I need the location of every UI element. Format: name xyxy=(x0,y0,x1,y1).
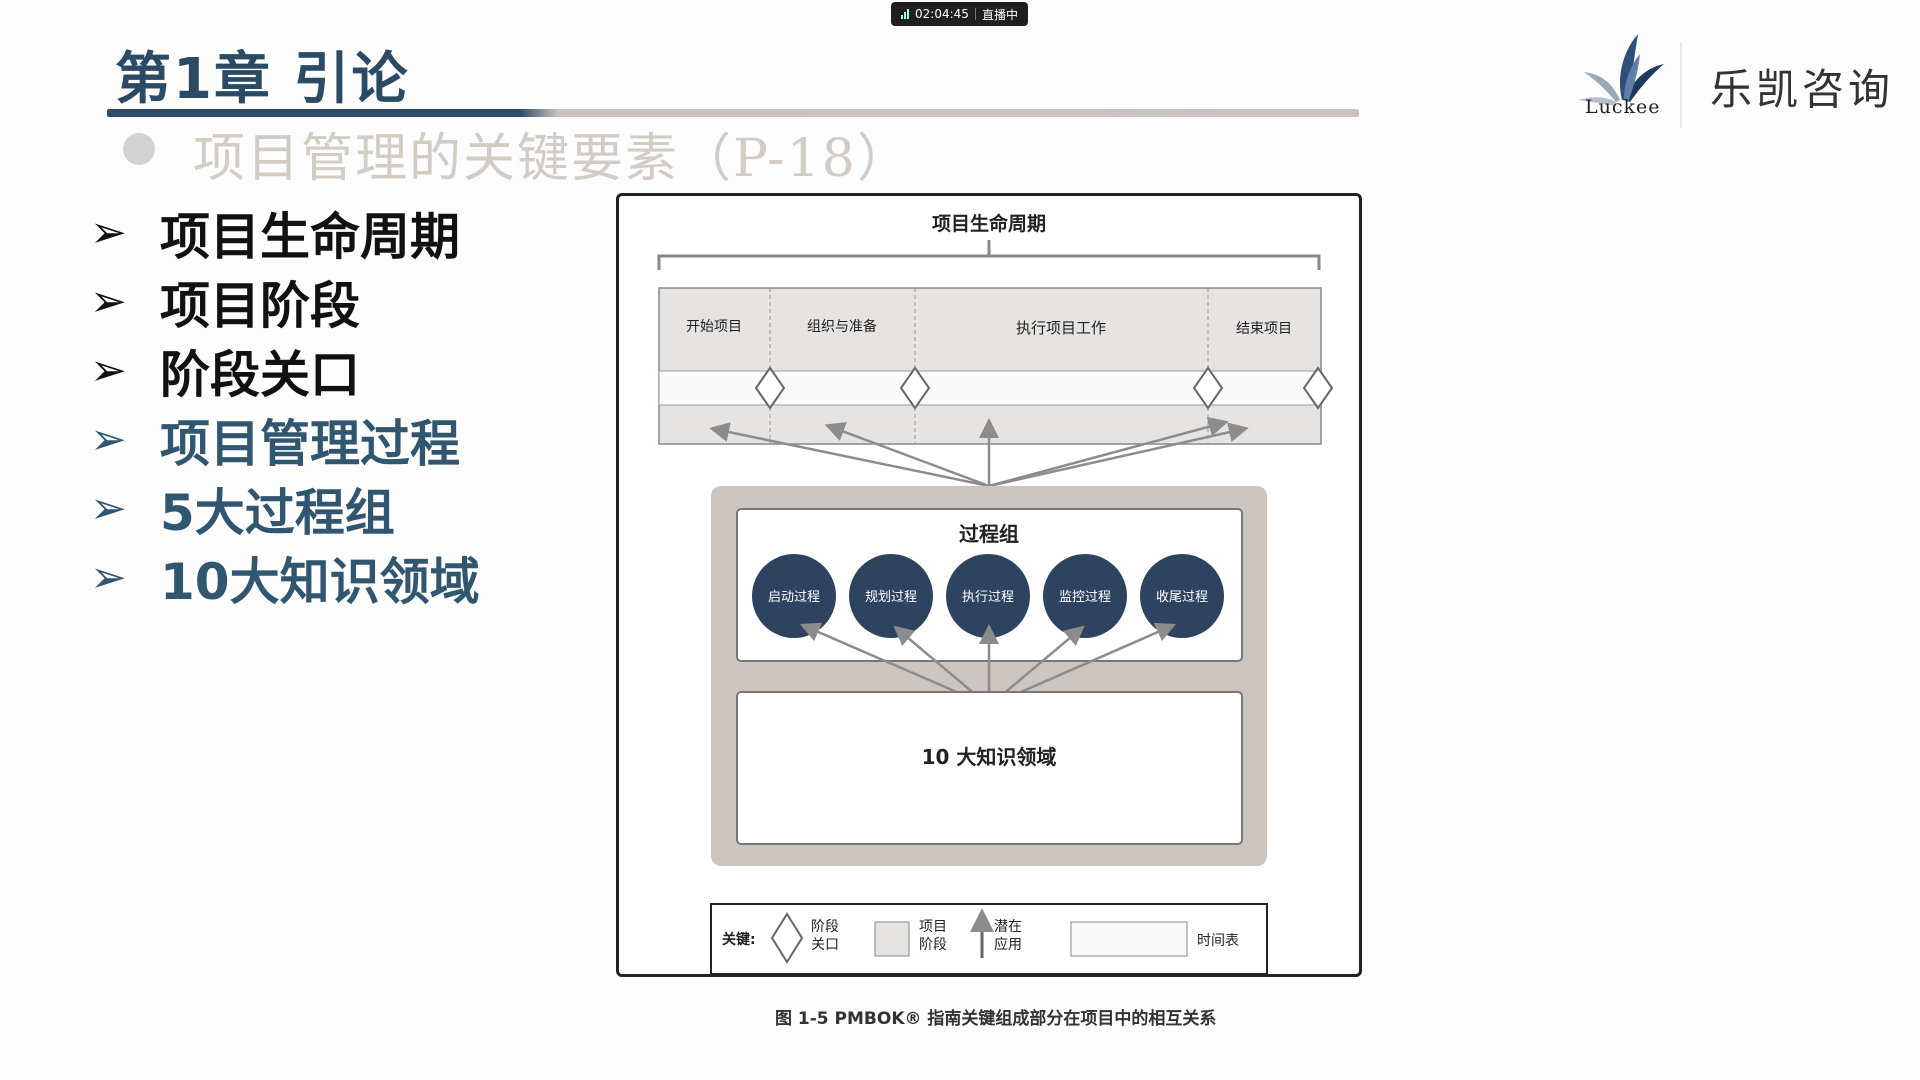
pmbok-diagram: 项目生命周期 开始项目 组织与准备 执行项目工作 结束项目 过程组 启动过程 规… xyxy=(657,212,1334,975)
arrow-bullet-icon: ➢ xyxy=(90,207,127,258)
process-group-label: 规划过程 xyxy=(865,590,917,605)
live-indicator: 02:04:45 直播中 xyxy=(891,2,1028,26)
process-group-label: 启动过程 xyxy=(768,590,820,605)
list-item: ➢ 项目生命周期 xyxy=(90,198,480,267)
legend-timeline-label: 时间表 xyxy=(1197,933,1239,949)
figure-caption: 图 1-5 PMBOK® 指南关键组成部分在项目中的相互关系 xyxy=(775,1009,1217,1029)
list-item: ➢ 阶段关口 xyxy=(90,336,480,405)
list-item-label: 阶段关口 xyxy=(160,345,360,404)
arrow-bullet-icon: ➢ xyxy=(90,552,127,603)
arrow-bullet-icon: ➢ xyxy=(90,483,127,534)
legend-application-label: 潜在 xyxy=(994,919,1022,935)
brand-name: 乐凯咨询 xyxy=(1710,65,1895,114)
process-group-label: 执行过程 xyxy=(962,590,1014,605)
live-divider xyxy=(974,8,976,20)
process-groups-title: 过程组 xyxy=(959,522,1019,546)
list-item: ➢ 项目阶段 xyxy=(90,267,480,336)
list-item-label: 项目管理过程 xyxy=(160,414,460,473)
process-group-label: 监控过程 xyxy=(1059,590,1111,605)
logo-wordmark: Luckee xyxy=(1585,96,1661,118)
legend-phase-swatch xyxy=(874,921,910,957)
knowledge-areas-label: 10 大知识领域 xyxy=(922,745,1057,769)
arrow-bullet-icon: ➢ xyxy=(90,345,127,396)
list-item: ➢ 项目管理过程 xyxy=(90,405,480,474)
arrow-bullet-icon: ➢ xyxy=(90,414,127,465)
logo-divider xyxy=(1680,42,1682,128)
legend-timeline-swatch xyxy=(1070,921,1188,957)
key-elements-list: ➢ 项目生命周期 ➢ 项目阶段 ➢ 阶段关口 ➢ 项目管理过程 ➢ 5大过程组 ➢ 10大知… xyxy=(90,198,480,612)
legend-key-label: 关键: xyxy=(722,931,756,948)
pmbok-figure: 项目生命周期 开始项目 组织与准备 执行项目工作 结束项目 过程组 启动过程 规… xyxy=(616,193,1362,977)
signal-icon xyxy=(901,9,910,19)
legend-phase-label: 项目 xyxy=(919,919,947,935)
phase-label: 执行项目工作 xyxy=(1016,319,1106,337)
phase-label: 组织与准备 xyxy=(807,318,877,335)
list-item-label: 项目生命周期 xyxy=(160,207,460,266)
list-item-label: 5大过程组 xyxy=(160,483,395,542)
list-item: ➢ 10大知识领域 xyxy=(90,543,480,612)
legend-gate-label: 阶段 xyxy=(811,919,839,935)
arrow-bullet-icon: ➢ xyxy=(90,276,127,327)
bullet-dot-icon xyxy=(123,133,155,165)
process-group-label: 收尾过程 xyxy=(1156,590,1208,605)
legend-application-label: 应用 xyxy=(994,936,1022,953)
phase-label: 结束项目 xyxy=(1236,321,1292,337)
live-time: 02:04:45 xyxy=(915,7,969,21)
list-item-label: 项目阶段 xyxy=(160,276,360,335)
chapter-title: 第1章 引论 xyxy=(115,47,410,112)
lifecycle-title: 项目生命周期 xyxy=(932,212,1046,235)
section-subtitle: 项目管理的关键要素（P-18） xyxy=(193,129,911,189)
legend-gate-label: 关口 xyxy=(811,937,839,953)
list-item: ➢ 5大过程组 xyxy=(90,474,480,543)
list-item-label: 10大知识领域 xyxy=(160,552,480,611)
phase-bar xyxy=(658,287,1322,445)
live-status: 直播中 xyxy=(981,7,1018,22)
phase-label: 开始项目 xyxy=(686,319,742,335)
lifecycle-brace xyxy=(657,240,1321,270)
legend-phase-label: 阶段 xyxy=(919,937,947,953)
